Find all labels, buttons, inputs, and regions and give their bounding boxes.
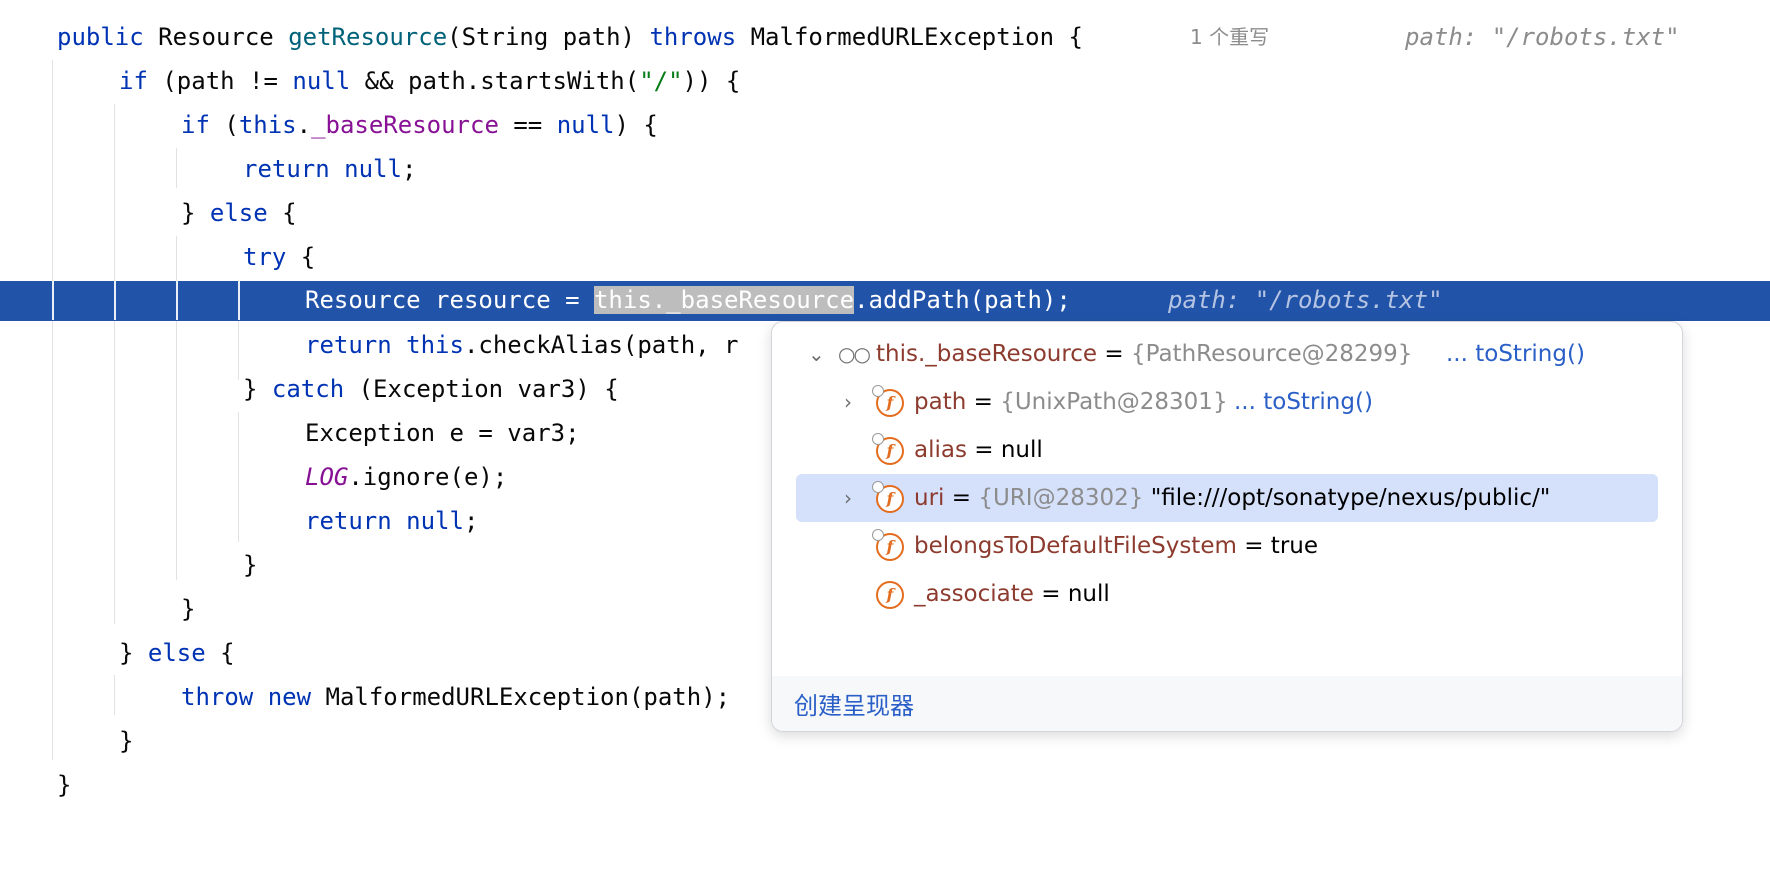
object-type: {UnixPath@28301} — [1000, 389, 1228, 415]
selected-expression[interactable]: this._baseResource — [593, 286, 855, 314]
overrides-hint[interactable]: 1 个重写 — [1190, 18, 1269, 57]
field-icon: f — [872, 385, 904, 417]
field-name: path — [914, 389, 967, 415]
inline-value-hint: path: "/robots.txt" — [1168, 286, 1443, 314]
chevron-down-icon[interactable]: ⌄ — [808, 330, 825, 378]
to-string-link[interactable]: ... toString() — [1446, 330, 1585, 378]
object-type: {PathResource@28299} — [1131, 341, 1413, 367]
field-name: _associate — [914, 581, 1034, 607]
code-line[interactable]: if (this._baseResource == null) { — [0, 106, 1770, 145]
code-line[interactable]: } else { — [0, 194, 1770, 233]
popup-footer: 创建呈现器 — [772, 676, 1682, 731]
code-line[interactable]: } — [0, 766, 1770, 805]
chevron-right-icon[interactable]: › — [844, 378, 852, 426]
method-name: getResource — [288, 23, 448, 51]
current-execution-line[interactable]: Resource resource = this._baseResource.a… — [0, 281, 1770, 321]
code-line[interactable]: if (path != null && path.startsWith("/")… — [0, 62, 1770, 101]
field-name: alias — [914, 437, 967, 463]
object-type: {URI@28302} — [978, 485, 1144, 511]
field-icon: f — [872, 433, 904, 465]
indent-guide — [114, 281, 116, 320]
to-string-link[interactable]: ... toString() — [1234, 378, 1373, 426]
indent-guide — [176, 281, 178, 320]
create-renderer-link[interactable]: 创建呈现器 — [794, 686, 914, 721]
tree-node-field[interactable]: › f path = {UnixPath@28301} ... toString… — [772, 378, 1682, 426]
field-name: belongsToDefaultFileSystem — [914, 533, 1237, 559]
keyword: public — [57, 23, 144, 51]
field-name: uri — [914, 485, 945, 511]
inline-value-hint: path: "/robots.txt" — [1405, 23, 1680, 51]
tree-node-field[interactable]: f belongsToDefaultFileSystem = true — [772, 522, 1682, 570]
chevron-right-icon[interactable]: › — [844, 474, 852, 522]
tree-node-field[interactable]: › f uri = {URI@28302} "file:///opt/sonat… — [772, 474, 1682, 522]
tree-node-root[interactable]: ⌄ ○○ this._baseResource = {PathResource@… — [772, 330, 1682, 378]
field-value: null — [1000, 437, 1043, 463]
tree-node-field[interactable]: f _associate = null — [772, 570, 1682, 618]
glasses-icon: ○○ — [838, 342, 871, 366]
tree-node-field[interactable]: f alias = null — [772, 426, 1682, 474]
field-icon: f — [872, 481, 904, 513]
code-line[interactable]: try { — [0, 238, 1770, 277]
field-value: null — [1067, 581, 1110, 607]
field-value: "file:///opt/sonatype/nexus/public/" — [1150, 485, 1551, 511]
indent-guide — [52, 281, 54, 320]
field-icon: f — [872, 529, 904, 561]
field-icon: f — [876, 581, 904, 609]
debug-value-popup[interactable]: ⌄ ○○ this._baseResource = {PathResource@… — [771, 321, 1683, 732]
code-line[interactable]: public Resource getResource(String path)… — [0, 18, 1770, 57]
field-value: true — [1270, 533, 1318, 559]
code-line[interactable]: return null; — [0, 150, 1770, 189]
indent-guide — [238, 281, 240, 320]
variable-name: this._baseResource — [876, 341, 1098, 367]
